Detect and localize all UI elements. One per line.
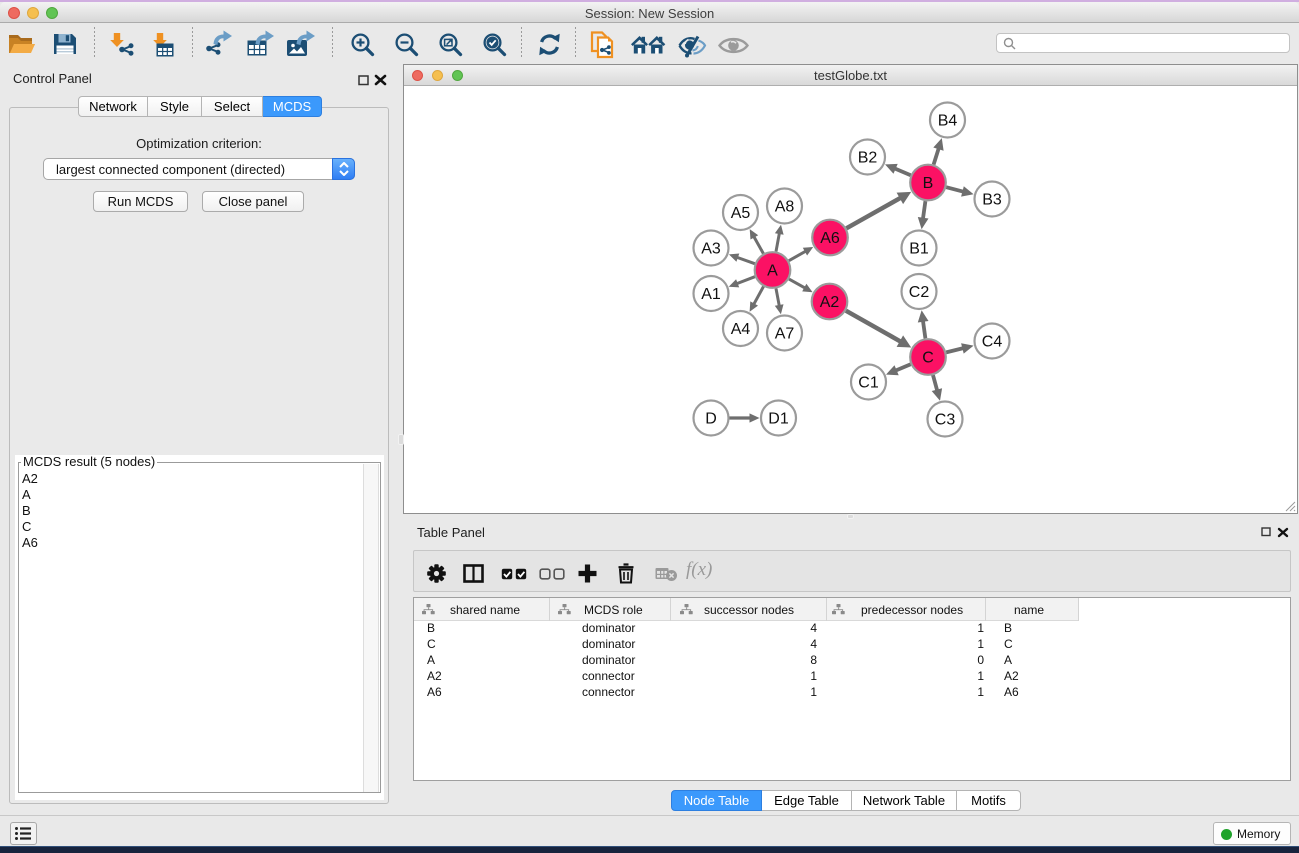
svg-text:D: D <box>705 411 717 428</box>
svg-text:A7: A7 <box>775 326 795 343</box>
svg-text:B: B <box>923 175 934 192</box>
svg-text:C3: C3 <box>935 412 956 429</box>
svg-text:B3: B3 <box>982 192 1002 209</box>
svg-text:A3: A3 <box>701 241 721 258</box>
svg-text:C: C <box>922 350 934 367</box>
svg-text:A4: A4 <box>731 321 751 338</box>
svg-text:A5: A5 <box>731 205 751 222</box>
svg-text:B2: B2 <box>858 150 878 167</box>
svg-text:A6: A6 <box>820 230 840 247</box>
svg-text:D1: D1 <box>768 411 789 428</box>
svg-text:B4: B4 <box>938 113 958 130</box>
svg-text:C2: C2 <box>909 284 930 301</box>
svg-text:C1: C1 <box>858 375 879 392</box>
svg-text:C4: C4 <box>982 334 1003 351</box>
svg-text:A2: A2 <box>820 294 840 311</box>
svg-text:A: A <box>767 263 778 280</box>
svg-text:A8: A8 <box>775 199 795 216</box>
svg-text:A1: A1 <box>701 286 721 303</box>
svg-text:B1: B1 <box>909 241 929 258</box>
